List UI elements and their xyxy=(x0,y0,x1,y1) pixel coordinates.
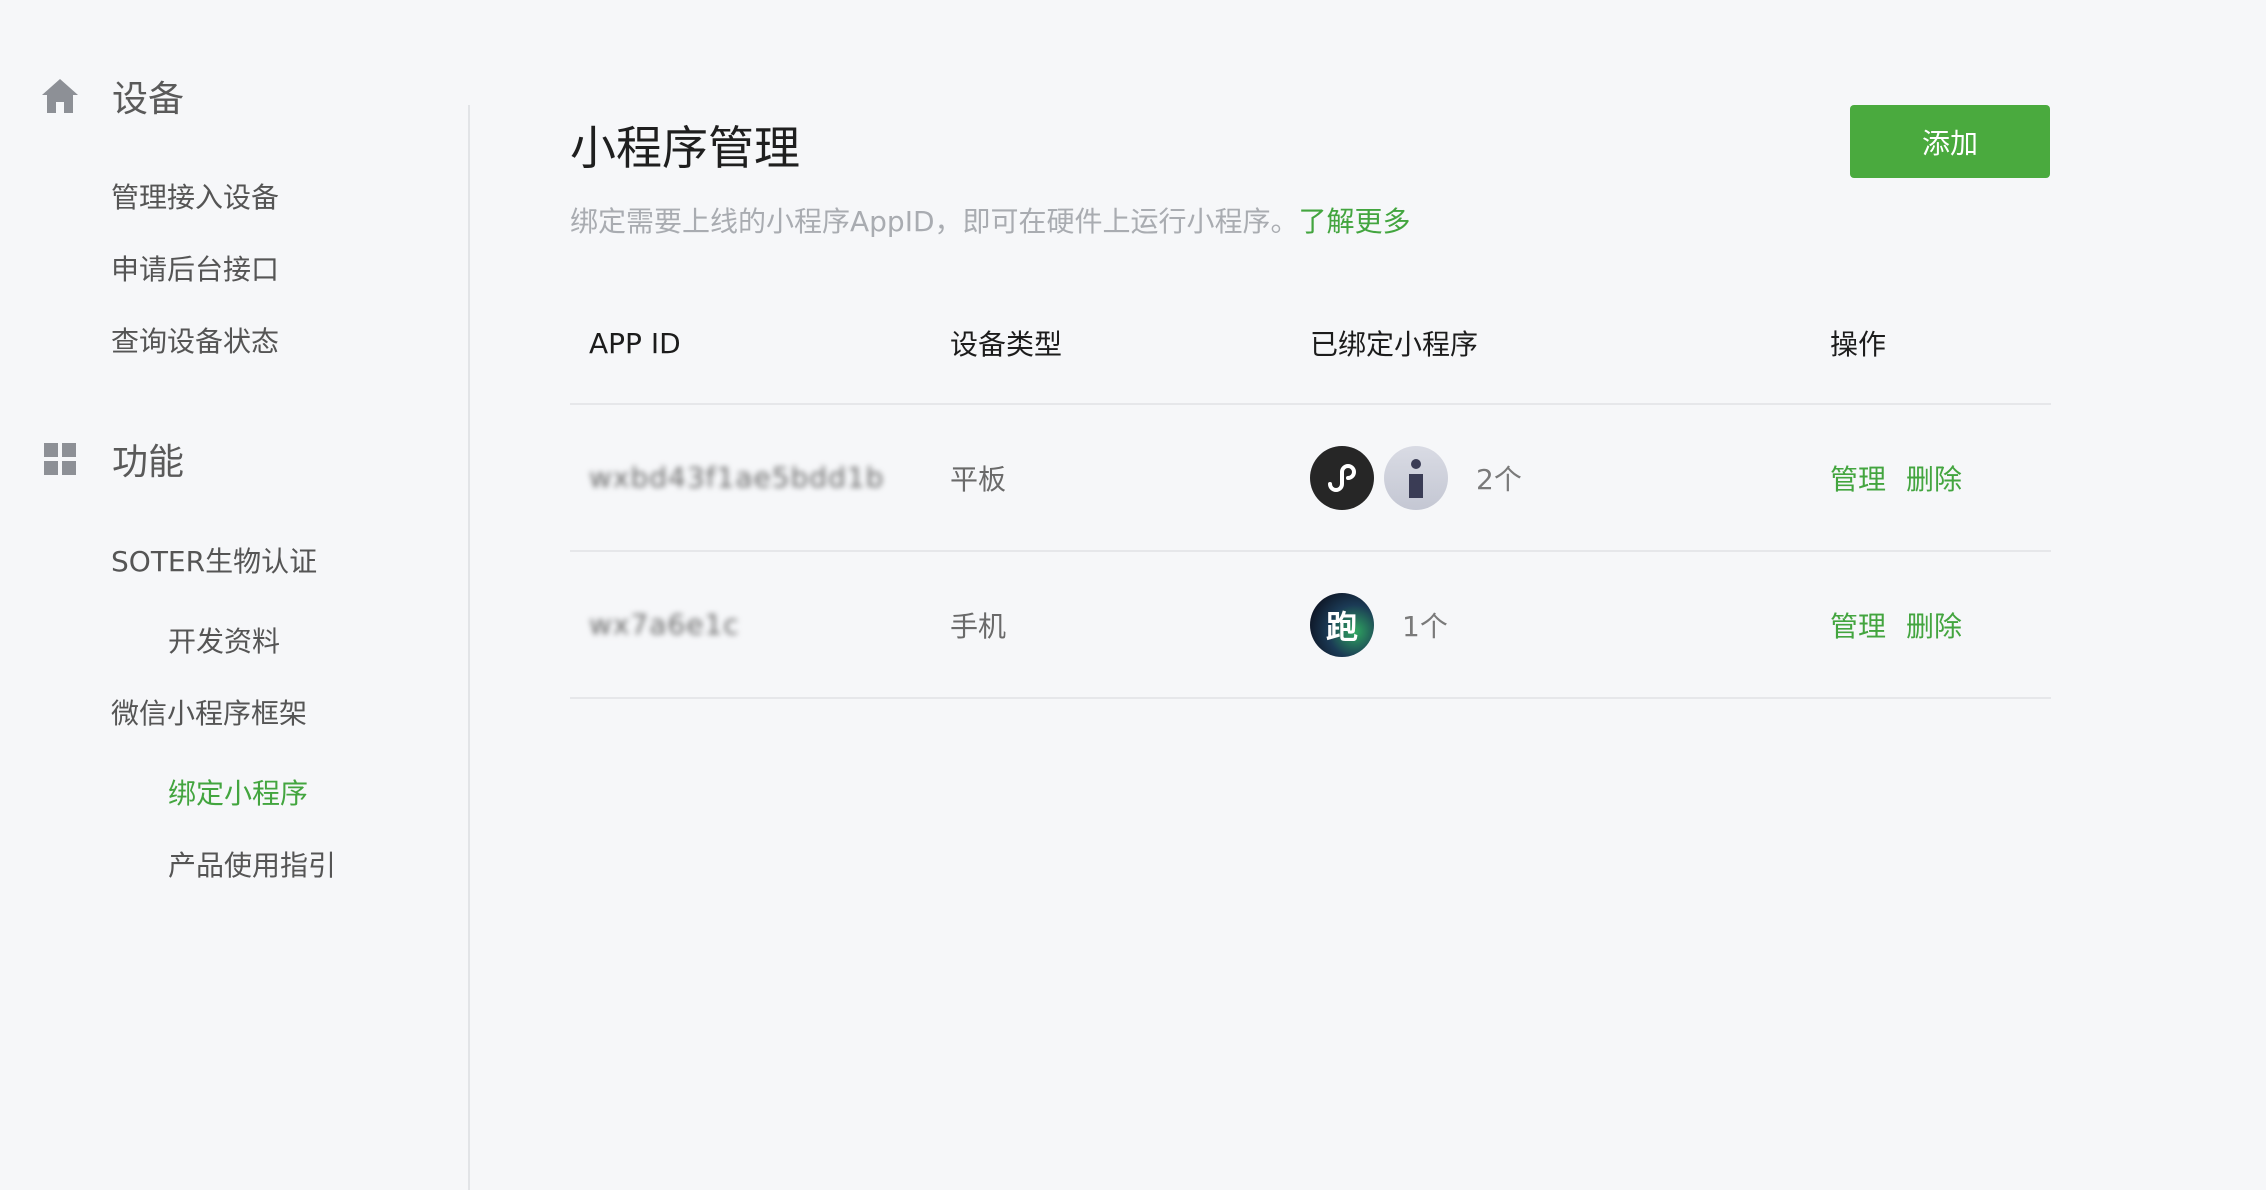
grid-icon xyxy=(38,437,82,481)
delete-link[interactable]: 删除 xyxy=(1906,605,1962,645)
device-type-cell: 平板 xyxy=(950,462,1007,496)
nav-section-title: 功能 xyxy=(112,442,185,483)
bound-count: 1个 xyxy=(1402,609,1448,643)
delete-link[interactable]: 删除 xyxy=(1906,458,1962,498)
nav-section-features[interactable]: 功能 xyxy=(38,433,184,485)
page-title: 小程序管理 xyxy=(570,121,800,175)
actions-cell: 管理 删除 xyxy=(1830,552,1982,697)
run-app-avatar-icon[interactable]: 跑 xyxy=(1310,592,1374,657)
sidebar: 设备 管理接入设备 申请后台接口 查询设备状态 功能 SOTER生物认证 开发资… xyxy=(0,0,468,1190)
bound-count: 2个 xyxy=(1476,462,1522,496)
miniprogram-logo-icon[interactable] xyxy=(1310,445,1374,510)
table-row: wx7a6e1c 手机 跑 1个 管理 删除 xyxy=(570,552,2051,699)
app-id-cell: wx7a6e1c xyxy=(589,608,740,641)
home-icon xyxy=(38,74,82,118)
actions-cell: 管理 删除 xyxy=(1830,405,1982,550)
description-text: 绑定需要上线的小程序AppID，即可在硬件上运行小程序。 xyxy=(570,205,1299,238)
sidebar-item-dev-docs[interactable]: 开发资料 xyxy=(168,620,280,660)
miniprogram-table: APP ID 设备类型 已绑定小程序 操作 wxbd43f1ae5bdd1b 平… xyxy=(570,283,2051,699)
manage-link[interactable]: 管理 xyxy=(1830,605,1886,645)
device-type-cell: 手机 xyxy=(950,609,1007,643)
table-row: wxbd43f1ae5bdd1b 平板 2个 管理 删除 xyxy=(570,405,2051,552)
header-device-type: 设备类型 xyxy=(950,328,1063,361)
avatar-figure-icon[interactable] xyxy=(1384,445,1448,510)
header-app-id: APP ID xyxy=(589,326,681,360)
manage-link[interactable]: 管理 xyxy=(1830,458,1886,498)
header-bound-miniprograms: 已绑定小程序 xyxy=(1310,328,1479,361)
sidebar-item-product-guide[interactable]: 产品使用指引 xyxy=(168,844,336,884)
bound-miniprograms-cell: 跑 1个 xyxy=(1310,552,1448,697)
table-header-row: APP ID 设备类型 已绑定小程序 操作 xyxy=(570,283,2051,405)
header-actions: 操作 xyxy=(1830,328,1887,361)
bound-miniprograms-cell: 2个 xyxy=(1310,405,1522,550)
app-id-cell: wxbd43f1ae5bdd1b xyxy=(589,461,885,494)
page-description: 绑定需要上线的小程序AppID，即可在硬件上运行小程序。了解更多 xyxy=(570,200,1411,240)
nav-section-title: 设备 xyxy=(112,79,185,120)
sidebar-item-apply-backend-api[interactable]: 申请后台接口 xyxy=(111,248,279,288)
sidebar-divider xyxy=(468,105,470,1190)
sidebar-item-manage-devices[interactable]: 管理接入设备 xyxy=(111,176,279,216)
sidebar-item-query-device-status[interactable]: 查询设备状态 xyxy=(111,320,279,360)
nav-section-device[interactable]: 设备 xyxy=(38,70,184,122)
sidebar-item-bind-miniprogram[interactable]: 绑定小程序 xyxy=(168,772,308,812)
sidebar-item-soter[interactable]: SOTER生物认证 xyxy=(111,540,317,580)
add-button[interactable]: 添加 xyxy=(1850,105,2050,178)
sidebar-item-miniprogram-framework[interactable]: 微信小程序框架 xyxy=(111,692,307,732)
learn-more-link[interactable]: 了解更多 xyxy=(1299,205,1411,238)
